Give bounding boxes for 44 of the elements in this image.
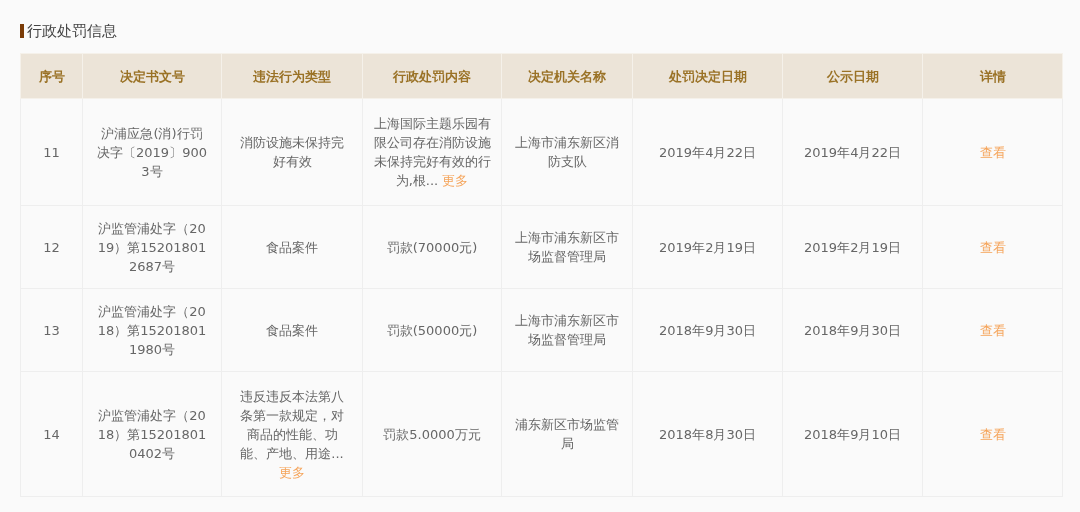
table-cell: 12 [43, 239, 60, 255]
table-cell: 上海市浦东新区市场监督管理局 [515, 313, 619, 347]
table-cell: 2018年8月30日 [659, 426, 756, 442]
column-header: 序号 [20, 53, 83, 99]
table-cell: 上海市浦东新区市场监督管理局 [515, 230, 619, 264]
table-cell: 罚款(70000元) [386, 239, 478, 255]
column-header: 详情 [922, 53, 1063, 99]
table-cell: 罚款5.0000万元 [383, 426, 481, 442]
view-link[interactable]: 查看 [979, 426, 1006, 442]
view-link[interactable]: 查看 [979, 239, 1006, 255]
table-cell: 13 [43, 322, 60, 338]
more-link[interactable]: 更多 [279, 464, 305, 480]
table-cell: 浦东新区市场监管局 [515, 417, 619, 451]
table-cell-text: 上海国际主题乐园有限公司存在消防设施未保持完好有效的行为,根... 更多 [373, 115, 491, 190]
column-header: 违法行为类型 [221, 53, 363, 99]
table-cell: 2019年4月22日 [804, 144, 901, 160]
column-header: 决定机关名称 [501, 53, 633, 99]
table-cell: 食品案件 [266, 239, 318, 255]
table-cell-text: 违反违反本法第八条第一款规定，对商品的性能、功能、产地、用途... 更多 [239, 387, 345, 482]
table-cell: 沪监管浦处字（2018）第152018011980号 [97, 303, 207, 357]
table-cell: 上海市浦东新区消防支队 [515, 135, 619, 169]
column-header: 行政处罚内容 [362, 53, 502, 99]
table-cell: 消防设施未保持完好有效 [240, 135, 344, 169]
view-link[interactable]: 查看 [979, 144, 1006, 160]
table-cell: 2019年2月19日 [804, 239, 901, 255]
column-header: 处罚决定日期 [632, 53, 783, 99]
table-cell: 11 [43, 144, 60, 160]
column-header: 决定书文号 [82, 53, 222, 99]
table-cell: 2018年9月10日 [804, 426, 901, 442]
table-cell: 食品案件 [266, 322, 318, 338]
table-cell: 14 [43, 426, 60, 442]
table-cell: 沪浦应急(消)行罚决字〔2019〕9003号 [97, 125, 207, 179]
table-cell: 2019年4月22日 [659, 144, 756, 160]
table-cell: 2018年9月30日 [659, 322, 756, 338]
table-cell: 沪监管浦处字（2018）第152018010402号 [97, 407, 207, 461]
table-cell: 2018年9月30日 [804, 322, 901, 338]
table-cell: 2019年2月19日 [659, 239, 756, 255]
section-title: 行政处罚信息 [27, 20, 117, 42]
table-cell: 沪监管浦处字（2019）第152018012687号 [97, 220, 207, 274]
more-link[interactable]: 更多 [442, 173, 469, 188]
column-header: 公示日期 [782, 53, 923, 99]
view-link[interactable]: 查看 [979, 322, 1006, 338]
table-cell: 罚款(50000元) [386, 322, 478, 338]
section-marker-icon [20, 24, 24, 38]
